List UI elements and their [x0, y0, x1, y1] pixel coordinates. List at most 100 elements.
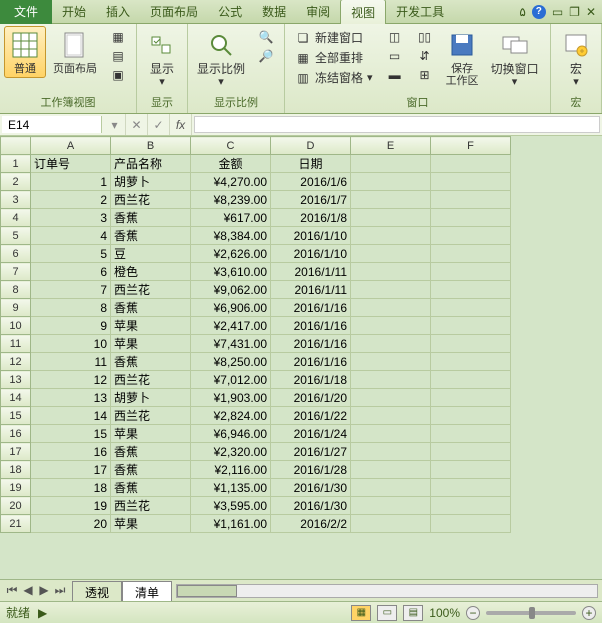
zoom-button[interactable]: 显示比例▾	[192, 26, 250, 91]
cell[interactable]: ¥3,595.00	[191, 497, 271, 515]
cell[interactable]: ¥1,135.00	[191, 479, 271, 497]
cell[interactable]: ¥9,062.00	[191, 281, 271, 299]
col-header-E[interactable]: E	[351, 137, 431, 155]
cell[interactable]	[431, 335, 511, 353]
window-restore-icon[interactable]: ❐	[569, 5, 580, 19]
cell[interactable]	[431, 245, 511, 263]
cell[interactable]: 12	[31, 371, 111, 389]
cell[interactable]	[351, 389, 431, 407]
cell[interactable]: 19	[31, 497, 111, 515]
col-header-A[interactable]: A	[31, 137, 111, 155]
cell[interactable]: 2016/1/8	[271, 209, 351, 227]
formula-input[interactable]	[194, 116, 600, 133]
cell[interactable]	[351, 191, 431, 209]
cell[interactable]	[351, 371, 431, 389]
hide-button[interactable]: ▭	[383, 47, 407, 65]
cell[interactable]: 16	[31, 443, 111, 461]
cell[interactable]: 西兰花	[111, 407, 191, 425]
fx-button[interactable]: fx	[170, 114, 192, 135]
cell[interactable]: 橙色	[111, 263, 191, 281]
sheet-tab-pivot[interactable]: 透视	[72, 581, 122, 603]
switch-windows-button[interactable]: 切换窗口▾	[486, 26, 544, 91]
cell[interactable]: 2016/1/16	[271, 299, 351, 317]
cell[interactable]	[351, 263, 431, 281]
tab-view[interactable]: 视图	[340, 0, 386, 25]
view-page-break-button[interactable]: ▤	[403, 605, 423, 621]
cell[interactable]: ¥617.00	[191, 209, 271, 227]
hscroll-thumb[interactable]	[177, 585, 237, 597]
cell[interactable]	[431, 155, 511, 173]
cell[interactable]	[351, 209, 431, 227]
row-header-11[interactable]: 11	[1, 335, 31, 353]
cell[interactable]	[351, 317, 431, 335]
cell[interactable]: 17	[31, 461, 111, 479]
cell[interactable]	[431, 227, 511, 245]
cell[interactable]: 10	[31, 335, 111, 353]
cell[interactable]: 苹果	[111, 425, 191, 443]
cell[interactable]: 1	[31, 173, 111, 191]
row-header-8[interactable]: 8	[1, 281, 31, 299]
cell[interactable]: 2016/1/11	[271, 263, 351, 281]
cell[interactable]	[431, 173, 511, 191]
tab-formula[interactable]: 公式	[208, 0, 252, 24]
sheet-tab-list[interactable]: 清单	[122, 581, 172, 603]
cell[interactable]	[431, 317, 511, 335]
cell[interactable]	[351, 299, 431, 317]
freeze-panes-button[interactable]: ▥冻结窗格 ▾	[291, 68, 377, 87]
view-normal-button[interactable]: ▦	[351, 605, 371, 621]
cell[interactable]	[351, 443, 431, 461]
tab-developer[interactable]: 开发工具	[386, 0, 454, 24]
cell[interactable]: 香蕉	[111, 353, 191, 371]
help-icon[interactable]: ?	[532, 5, 546, 19]
row-header-18[interactable]: 18	[1, 461, 31, 479]
cell[interactable]: 苹果	[111, 335, 191, 353]
cell[interactable]	[351, 281, 431, 299]
cell[interactable]: 2016/1/10	[271, 245, 351, 263]
zoom-in-button[interactable]: +	[582, 606, 596, 620]
cell[interactable]	[351, 425, 431, 443]
window-close-icon[interactable]: ✕	[586, 5, 596, 19]
cancel-button[interactable]: ✕	[126, 114, 148, 135]
col-header-C[interactable]: C	[191, 137, 271, 155]
cell[interactable]: 13	[31, 389, 111, 407]
cell[interactable]: 香蕉	[111, 209, 191, 227]
cell[interactable]: 2016/1/10	[271, 227, 351, 245]
cell[interactable]: 14	[31, 407, 111, 425]
zoom-level[interactable]: 100%	[429, 606, 460, 620]
view-page-layout-button[interactable]: ▭	[377, 605, 397, 621]
cell[interactable]	[351, 245, 431, 263]
cell[interactable]: 2016/1/30	[271, 479, 351, 497]
tab-data[interactable]: 数据	[252, 0, 296, 24]
col-header-F[interactable]: F	[431, 137, 511, 155]
cell[interactable]: 20	[31, 515, 111, 533]
cell[interactable]: 15	[31, 425, 111, 443]
unhide-button[interactable]: ▬	[383, 66, 407, 84]
spreadsheet-grid[interactable]: ABCDEF1订单号产品名称金额日期21胡萝卜¥4,270.002016/1/6…	[0, 136, 602, 579]
zoom-100-button[interactable]: 🔍	[254, 28, 278, 46]
name-box[interactable]	[2, 116, 102, 133]
cell[interactable]: 11	[31, 353, 111, 371]
row-header-6[interactable]: 6	[1, 245, 31, 263]
cell[interactable]	[431, 407, 511, 425]
cell[interactable]: 9	[31, 317, 111, 335]
cell[interactable]	[431, 299, 511, 317]
row-header-10[interactable]: 10	[1, 317, 31, 335]
enter-button[interactable]: ✓	[148, 114, 170, 135]
zoom-slider-thumb[interactable]	[529, 607, 535, 619]
cell[interactable]: ¥1,161.00	[191, 515, 271, 533]
cell[interactable]: 2016/1/11	[271, 281, 351, 299]
horizontal-scrollbar[interactable]	[176, 584, 598, 598]
cell[interactable]	[431, 353, 511, 371]
row-header-7[interactable]: 7	[1, 263, 31, 281]
sync-scroll-button[interactable]: ⇵	[413, 47, 437, 65]
cell[interactable]: 2016/1/22	[271, 407, 351, 425]
cell[interactable]	[431, 371, 511, 389]
cell[interactable]: ¥3,610.00	[191, 263, 271, 281]
cell[interactable]	[431, 479, 511, 497]
tab-file[interactable]: 文件	[0, 0, 52, 24]
show-button[interactable]: 显示▾	[141, 26, 183, 91]
cell[interactable]	[431, 263, 511, 281]
cell[interactable]	[431, 209, 511, 227]
cell[interactable]: ¥8,384.00	[191, 227, 271, 245]
window-minimize-icon[interactable]: ▭	[552, 5, 563, 19]
